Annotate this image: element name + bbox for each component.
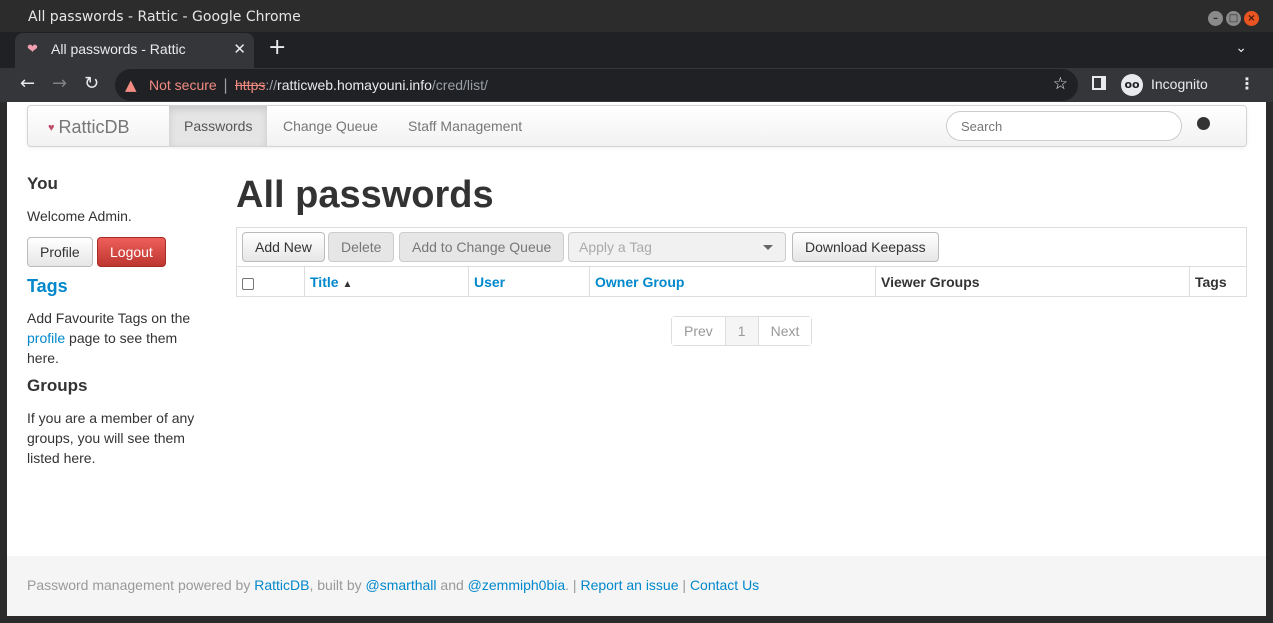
- not-secure-label[interactable]: Not secure: [149, 77, 217, 93]
- groups-help-text: If you are a member of any groups, you w…: [27, 410, 195, 466]
- apply-tag-select[interactable]: Apply a Tag: [568, 232, 786, 262]
- menu-kebab-icon[interactable]: ⋮: [1239, 74, 1255, 93]
- incognito-icon[interactable]: oo: [1121, 74, 1143, 96]
- footer-zemmiph0bia-link[interactable]: @zemmiph0bia: [468, 577, 565, 593]
- window-title: All passwords - Rattic - Google Chrome: [28, 9, 301, 25]
- browser-toolbar: ← → ↻ ▲ Not secure | https://ratticweb.h…: [0, 68, 1273, 102]
- close-window-icon[interactable]: ×: [1244, 11, 1259, 26]
- tab-title: All passwords - Rattic: [51, 41, 186, 57]
- tags-text-before: Add Favourite Tags on the: [27, 310, 191, 326]
- url-host: ratticweb.homayouni.info: [277, 77, 432, 93]
- footer-text-1: Password management powered by: [27, 577, 255, 593]
- you-heading: You: [27, 174, 58, 193]
- add-new-button[interactable]: Add New: [242, 232, 325, 262]
- rattic-logo-icon: ♥: [48, 122, 55, 134]
- chevron-down-icon: [763, 245, 773, 250]
- pagination: Prev 1 Next: [671, 316, 813, 346]
- select-all-header: [236, 266, 305, 297]
- pagination-prev[interactable]: Prev: [672, 317, 725, 345]
- pagination-page-1[interactable]: 1: [724, 317, 758, 345]
- reload-icon[interactable]: ↻: [84, 74, 99, 94]
- column-header-tags: Tags: [1189, 266, 1247, 297]
- column-header-viewer-groups: Viewer Groups: [875, 266, 1190, 297]
- footer-smarthall-link[interactable]: @smarthall: [366, 577, 437, 593]
- back-icon[interactable]: ←: [20, 74, 35, 94]
- footer-text: Password management powered by RatticDB,…: [27, 577, 759, 593]
- column-header-user[interactable]: User: [468, 266, 590, 297]
- profile-button[interactable]: Profile: [27, 237, 93, 267]
- nav-item-passwords[interactable]: Passwords: [169, 106, 268, 146]
- footer-text-5: |: [678, 577, 690, 593]
- logout-button[interactable]: Logout: [97, 237, 166, 267]
- page-title: All passwords: [236, 174, 494, 216]
- footer-ratticdb-link[interactable]: RatticDB: [254, 577, 309, 593]
- credentials-table: Title ▲ User Owner Group Viewer Groups Ta…: [236, 266, 1247, 297]
- window-controls: – □ ×: [1208, 11, 1259, 26]
- side-panel-icon[interactable]: [1092, 76, 1106, 90]
- delete-button[interactable]: Delete: [328, 232, 395, 262]
- search-input[interactable]: [946, 111, 1182, 141]
- tab-strip: ❤ All passwords - Rattic ✕ + ⌄: [0, 32, 1273, 68]
- tab-search-chevron-icon[interactable]: ⌄: [1235, 40, 1247, 56]
- minimize-icon[interactable]: –: [1208, 11, 1223, 26]
- maximize-icon[interactable]: □: [1226, 11, 1241, 26]
- tags-heading[interactable]: Tags: [27, 276, 68, 297]
- tags-help-text: Add Favourite Tags on the profile page t…: [27, 308, 207, 368]
- pagination-next[interactable]: Next: [757, 317, 812, 345]
- sort-ascending-icon: ▲: [342, 278, 353, 290]
- nav-item-staff-management[interactable]: Staff Management: [393, 106, 537, 146]
- url-scheme: https: [235, 77, 266, 93]
- footer-text-4: . |: [565, 577, 581, 593]
- brand-text: RatticDB: [58, 117, 130, 137]
- credential-action-bar: Add New Delete Add to Change Queue Apply…: [236, 227, 1247, 266]
- report-issue-link[interactable]: Report an issue: [580, 577, 678, 593]
- window-titlebar: All passwords - Rattic - Google Chrome –…: [0, 0, 1273, 36]
- apply-tag-label: Apply a Tag: [579, 239, 652, 255]
- new-tab-icon[interactable]: +: [268, 37, 286, 59]
- omnibox-separator: |: [223, 76, 229, 94]
- groups-heading: Groups: [27, 376, 88, 395]
- incognito-label[interactable]: Incognito: [1151, 76, 1208, 92]
- close-tab-icon[interactable]: ✕: [233, 40, 246, 58]
- column-header-owner-group[interactable]: Owner Group: [589, 266, 876, 297]
- address-bar[interactable]: ▲ Not secure | https://ratticweb.homayou…: [115, 69, 1078, 101]
- url-scheme-separator: ://: [265, 77, 278, 93]
- page-viewport: ♥ RatticDB Passwords Change Queue Staff M…: [7, 102, 1266, 616]
- brand-link[interactable]: ♥ RatticDB: [48, 117, 130, 138]
- contact-us-link[interactable]: Contact Us: [690, 577, 759, 593]
- url-text[interactable]: https://ratticweb.homayouni.info/cred/li…: [235, 77, 488, 93]
- browser-tab[interactable]: ❤ All passwords - Rattic ✕: [15, 33, 254, 68]
- footer-text-2: , built by: [309, 577, 366, 593]
- nav-item-change-queue[interactable]: Change Queue: [268, 106, 393, 146]
- title-column-label: Title: [310, 273, 339, 290]
- profile-link[interactable]: profile: [27, 330, 65, 346]
- column-header-title[interactable]: Title ▲: [304, 266, 469, 297]
- globe-icon[interactable]: [1197, 117, 1210, 130]
- footer-text-3: and: [436, 577, 468, 593]
- url-path: /cred/list/: [431, 77, 488, 93]
- bookmark-star-icon[interactable]: ☆: [1053, 74, 1068, 94]
- forward-icon[interactable]: →: [52, 74, 67, 94]
- footer: Password management powered by RatticDB,…: [7, 556, 1266, 616]
- warning-icon[interactable]: ▲: [125, 76, 137, 94]
- top-navbar: ♥ RatticDB Passwords Change Queue Staff M…: [27, 105, 1247, 147]
- add-to-change-queue-button[interactable]: Add to Change Queue: [399, 232, 565, 262]
- download-keepass-button[interactable]: Download Keepass: [792, 232, 939, 262]
- table-header-row: Title ▲ User Owner Group Viewer Groups Ta…: [236, 266, 1247, 297]
- select-all-checkbox[interactable]: [242, 278, 254, 291]
- welcome-text: Welcome Admin.: [27, 208, 132, 224]
- rattic-favicon-icon: ❤: [27, 42, 38, 57]
